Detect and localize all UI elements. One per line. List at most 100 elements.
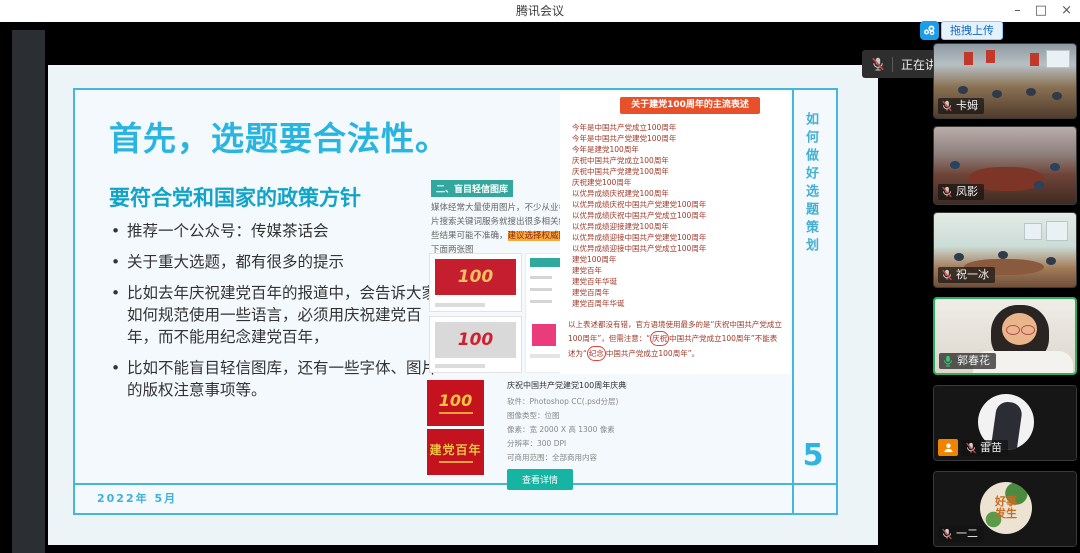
slide-page-number: 5	[790, 438, 836, 473]
expression-line: 庆祝建党100周年	[572, 177, 706, 188]
red-flag	[986, 50, 995, 63]
expression-line: 以优异成绩庆祝建党100周年	[572, 188, 706, 199]
banner-jiandang-text: 建党百年	[429, 441, 481, 458]
slide-footer-date: 2022年 5月	[97, 490, 177, 506]
note-circled-jinian: 纪念	[587, 346, 606, 361]
window	[1046, 50, 1070, 68]
muted-mic-icon	[862, 57, 892, 71]
stock-meta-bar	[530, 276, 552, 279]
person-silhouette	[1050, 163, 1060, 171]
stock-spec-line: 软件：Photoshop CC(.psd分层)	[507, 395, 627, 409]
drag-upload-button[interactable]: 拖拽上传	[920, 21, 1003, 40]
stock-meta-bar	[530, 288, 552, 291]
participant-tile-zhuyibing[interactable]: 祝一冰	[933, 212, 1077, 288]
expression-line: 以优异成绩迎接中国共产党成立100周年	[572, 243, 706, 254]
slide-bullet: 比如不能盲目轻信图库，还有一些字体、图片的版权注意事项等。	[111, 357, 449, 401]
stock-image-card-red: 100	[429, 253, 522, 312]
expression-line: 今年是中国共产党建党100周年	[572, 133, 706, 144]
stock-spec-line: 图像类型：位图	[507, 409, 627, 423]
slide-subtitle: 要符合党和国家的政策方针	[109, 182, 361, 212]
slide-bullet: 关于重大选题，都有很多的提示	[111, 251, 449, 273]
participant-tile-yier[interactable]: 好事发生 一二	[933, 471, 1077, 547]
person-silhouette	[1052, 92, 1062, 100]
banner-underline	[439, 461, 473, 463]
active-mic-icon	[943, 355, 953, 367]
image-caption-bar	[435, 303, 485, 307]
window-controls: – □ ×	[1014, 0, 1072, 22]
shared-slide: 如何做好选题策划 5 2022年 5月 首先，选题要合法性。 要符合党和国家的政…	[73, 88, 838, 515]
expression-line: 以优异成绩迎接中国共产党建党100周年	[572, 232, 706, 243]
stock-meta-bar	[530, 300, 552, 303]
muted-mic-icon	[942, 528, 952, 540]
expression-line: 以优异成绩庆祝中国共产党建党100周年	[572, 199, 706, 210]
drag-upload-label: 拖拽上传	[941, 21, 1003, 40]
stock-detail-title: 庆祝中国共产党建党100周年庆典图标志	[507, 380, 627, 391]
participant-name: 郭春花	[957, 355, 990, 367]
person-silhouette	[950, 161, 960, 169]
person-silhouette	[958, 86, 968, 94]
slide-title: 首先，选题要合法性。	[109, 112, 449, 160]
person-silhouette	[1026, 88, 1036, 96]
banner-underline	[439, 412, 473, 414]
expression-line: 建党100周年	[572, 254, 706, 265]
person-silhouette	[998, 251, 1008, 259]
expressions-banner: 关于建党100周年的主流表述	[620, 97, 760, 114]
participant-name: 卡姆	[956, 100, 978, 112]
avatar-seal-text: 好事发生	[993, 496, 1019, 520]
muted-mic-icon	[966, 442, 976, 454]
stock-detail-panel: 庆祝中国共产党建党100周年庆典图标志 软件：Photoshop CC(.psd…	[507, 380, 627, 490]
banner-100-text: 100	[439, 393, 472, 409]
slide-bullet: 推荐一个公众号：传媒茶话会	[111, 220, 449, 242]
participant-tile-guochunhua-speaking[interactable]: 郭春花	[933, 297, 1077, 375]
view-details-button: 查看详情	[507, 469, 573, 490]
stock-spec-list: 软件：Photoshop CC(.psd分层)图像类型：位图像素：宽 2000 …	[507, 395, 627, 464]
red-banner-jiandang: 建党百年	[427, 429, 484, 475]
minimize-icon[interactable]: –	[1014, 0, 1021, 22]
expression-line: 建党百年	[572, 265, 706, 276]
participant-name-chip: 祝一冰	[938, 267, 995, 283]
stock-spec-line: 可商用范围：全部商用内容	[507, 451, 627, 465]
stock-spec-line: 像素：宽 2000 X 高 1300 像素	[507, 423, 627, 437]
participant-tile-leimiao[interactable]: 雷苗	[933, 385, 1077, 461]
person-silhouette	[1046, 257, 1056, 265]
red-flag	[964, 52, 973, 65]
glasses	[1021, 325, 1035, 335]
expression-line: 庆祝中国共产党建党100周年	[572, 166, 706, 177]
participant-tile-fengying[interactable]: 凤影	[933, 126, 1077, 205]
expressions-panel: 关于建党100周年的主流表述 今年是中国共产党成立100周年今年是中国共产党建党…	[560, 92, 790, 374]
participant-name-chip: 雷苗	[962, 440, 1008, 456]
user-status-badge-icon	[938, 439, 958, 456]
window-title: 腾讯会议	[0, 0, 1080, 22]
participant-tile-kamu[interactable]: 卡姆	[933, 43, 1077, 119]
stock-site-tag	[530, 258, 564, 267]
tencent-meeting-window: 腾讯会议 – □ × 如何做好选题策划 5 2022年 5月 首先，选题要合法性…	[0, 0, 1080, 553]
party-100-logo-grey: 100	[435, 322, 516, 358]
slide-bullet-list: 推荐一个公众号：传媒茶话会关于重大选题，都有很多的提示比如去年庆祝建党百年的报道…	[111, 220, 449, 410]
expression-line: 庆祝中国共产党成立100周年	[572, 155, 706, 166]
image-caption-bar	[435, 364, 485, 368]
maximize-icon[interactable]: □	[1035, 0, 1047, 22]
glasses	[1006, 325, 1020, 335]
article-heading: 二、盲目轻信图库	[431, 180, 513, 197]
close-icon[interactable]: ×	[1061, 0, 1072, 22]
note-text: 中国共产党成立100周年”。	[606, 349, 699, 358]
party-100-logo: 100	[435, 259, 516, 295]
avatar-seal: 好事发生	[980, 482, 1032, 534]
person-silhouette	[954, 253, 964, 261]
person-silhouette	[992, 90, 1002, 98]
participant-name-chip: 卡姆	[938, 98, 984, 114]
slide-footer-divider	[75, 483, 836, 485]
participant-name: 一二	[956, 528, 978, 540]
expression-line: 以优异成绩迎接建党100周年	[572, 221, 706, 232]
participant-name-chip: 凤影	[938, 184, 984, 200]
participant-name-chip: 郭春花	[939, 353, 996, 369]
window-titlebar: 腾讯会议 – □ ×	[0, 0, 1080, 22]
expression-line: 建党百年华诞	[572, 276, 706, 287]
note-circled-qingzhu: 庆祝	[650, 331, 669, 346]
expression-line: 以优异成绩庆祝中国共产党成立100周年	[572, 210, 706, 221]
red-banner-100: 100	[427, 380, 484, 426]
toast-divider	[892, 57, 893, 72]
slide-bullet: 比如去年庆祝建党百年的报道中，会告诉大家如何规范使用一些语言，必须用庆祝建党百年…	[111, 282, 449, 348]
stock-image-card-grey: 100	[429, 316, 522, 373]
muted-mic-icon	[942, 100, 952, 112]
